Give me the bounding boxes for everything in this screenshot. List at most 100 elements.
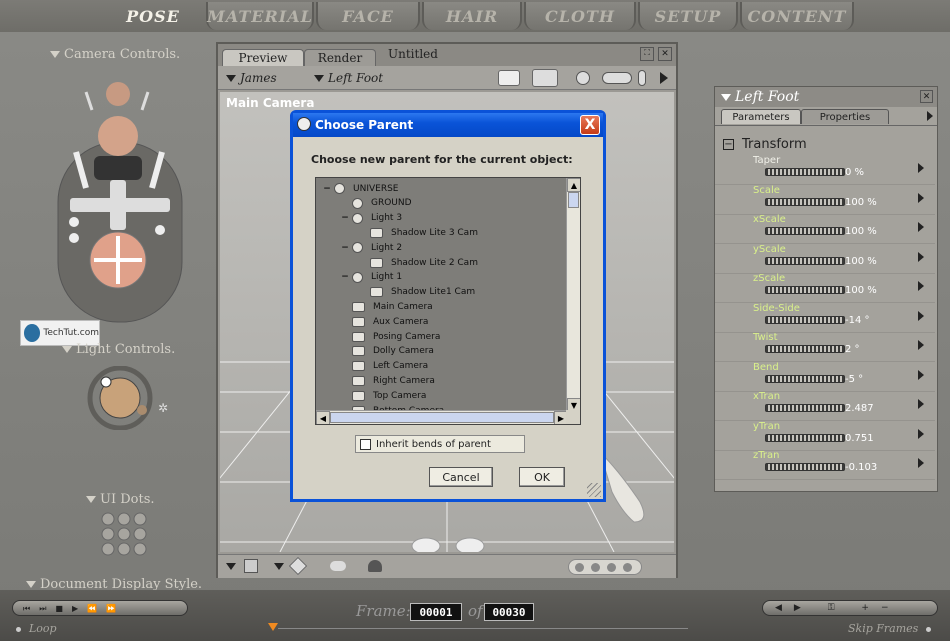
tab-face[interactable]: FACE [316, 2, 420, 30]
chevron-right-icon[interactable] [918, 310, 924, 321]
parameter-row[interactable]: Taper 0 % [715, 155, 935, 185]
camera-controls-widget[interactable] [50, 72, 190, 324]
timeline-track[interactable] [278, 628, 688, 629]
parameter-row[interactable]: yTran 0.751 [715, 421, 935, 451]
tree-item[interactable]: − Light 3 [338, 211, 402, 226]
chevron-right-icon[interactable] [918, 192, 924, 203]
parameter-dial[interactable] [765, 374, 845, 383]
parameter-dial[interactable] [765, 433, 845, 442]
parameter-dial[interactable] [765, 286, 845, 294]
hierarchy-tree[interactable]: − UNIVERSE GROUND − Light 3 Shadow Lite 3 Cam… [315, 177, 581, 425]
parameter-row[interactable]: Scale 100 % [715, 185, 935, 215]
parameter-row[interactable]: Bend -5 ° [715, 362, 935, 392]
parameter-value[interactable]: -5 ° [845, 374, 863, 385]
playback-buttons-icon[interactable]: ⏮⏭■▶⏪⏩ [23, 604, 125, 614]
skip-dot-icon[interactable] [926, 626, 932, 632]
parameter-dial[interactable] [765, 197, 845, 206]
parameter-row[interactable]: yScale 100 % [715, 244, 935, 274]
tree-expander-icon[interactable]: − [338, 272, 352, 282]
tab-cloth[interactable]: CLOTH [524, 2, 636, 30]
face-camera-icon[interactable] [98, 116, 138, 156]
figure-select[interactable]: James [226, 71, 277, 85]
parameter-value[interactable]: 2 ° [845, 344, 860, 355]
parameter-value[interactable]: 100 % [845, 256, 877, 267]
tab-preview[interactable]: Preview [222, 49, 304, 66]
tab-properties[interactable]: Properties [801, 109, 889, 124]
parameter-row[interactable]: Twist 2 ° [715, 332, 935, 362]
tree-item[interactable]: Shadow Lite1 Cam [356, 285, 475, 300]
triangle-down-icon[interactable] [274, 563, 284, 570]
ground-shadow-icon[interactable] [368, 560, 382, 572]
tree-item[interactable]: − Light 1 [338, 270, 402, 285]
parameter-value[interactable]: 100 % [845, 226, 877, 237]
chevron-right-icon[interactable] [927, 111, 933, 121]
camera-controls-header[interactable]: Camera Controls. [50, 47, 180, 62]
skip-frames-toggle[interactable]: Skip Frames [848, 622, 932, 635]
display-style-icon[interactable] [244, 559, 258, 573]
tree-expander-icon[interactable]: − [338, 213, 352, 223]
tab-setup[interactable]: SETUP [638, 2, 738, 30]
parameter-value[interactable]: 0 % [845, 167, 864, 178]
parameter-dial[interactable] [765, 168, 845, 176]
view-dots-control[interactable] [568, 559, 642, 575]
tab-render[interactable]: Render [304, 49, 376, 66]
tab-parameters[interactable]: Parameters [721, 109, 801, 124]
parameter-row[interactable]: zTran -0.103 [715, 450, 935, 480]
vertical-scrollbar[interactable]: ▲ ▼ [566, 178, 580, 412]
ui-dots-grid[interactable] [100, 512, 150, 556]
playback-controls[interactable]: ⏮⏭■▶⏪⏩ [12, 600, 188, 616]
parameter-row[interactable]: xScale 100 % [715, 214, 935, 244]
dialog-titlebar[interactable]: Choose Parent X [293, 113, 603, 137]
chevron-right-icon[interactable] [918, 340, 924, 350]
scale-icon[interactable] [638, 70, 646, 86]
inherit-bends-control[interactable]: Inherit bends of parent [355, 435, 525, 453]
maximize-icon[interactable]: ⛶ [640, 47, 654, 61]
close-icon[interactable]: ✕ [920, 90, 933, 103]
move-z-icon[interactable] [110, 180, 126, 230]
tab-content[interactable]: CONTENT [740, 2, 854, 30]
light-controls-widget[interactable]: ✲ [84, 366, 174, 430]
chevron-right-icon[interactable] [918, 163, 924, 173]
total-frames-counter[interactable]: 00030 [484, 603, 534, 621]
light-controls-header[interactable]: Light Controls. [62, 342, 175, 357]
tree-expander-icon[interactable]: − [320, 184, 334, 194]
close-icon[interactable]: ✕ [658, 47, 672, 61]
resize-grip-icon[interactable] [587, 483, 601, 497]
parameter-value[interactable]: 0.751 [845, 433, 874, 444]
shadow-icon[interactable] [330, 561, 346, 571]
tree-item[interactable]: Aux Camera [338, 314, 428, 329]
horizontal-scrollbar[interactable]: ◀ ▶ [316, 410, 568, 424]
loop-dot-icon[interactable] [16, 626, 21, 632]
parameter-value[interactable]: 2.487 [845, 403, 874, 414]
move-icon[interactable] [602, 72, 632, 84]
tree-item[interactable]: Posing Camera [338, 329, 440, 344]
inherit-bends-checkbox[interactable] [360, 438, 371, 450]
chevron-right-icon[interactable] [918, 369, 924, 380]
collapse-icon[interactable]: − [723, 139, 734, 150]
render-preview-icon[interactable] [532, 69, 558, 87]
ui-dots-header[interactable]: UI Dots. [86, 492, 155, 507]
tree-item[interactable]: GROUND [338, 196, 412, 211]
tree-item[interactable]: − UNIVERSE [320, 181, 398, 196]
chevron-right-icon[interactable] [918, 458, 924, 468]
chevron-right-icon[interactable] [918, 281, 924, 291]
scroll-left-icon[interactable]: ◀ [316, 411, 330, 424]
parameter-dial[interactable] [765, 463, 845, 471]
chevron-right-icon[interactable] [918, 399, 924, 409]
camera-preset-icon[interactable] [498, 70, 520, 86]
scroll-thumb[interactable] [568, 192, 579, 208]
rotate-icon[interactable] [576, 71, 590, 85]
dialog-close-button[interactable]: X [580, 115, 600, 135]
body-part-select[interactable]: Left Foot [314, 71, 383, 85]
tree-item[interactable]: Left Camera [338, 359, 428, 374]
tree-item[interactable]: Main Camera [338, 299, 433, 314]
triangle-down-icon[interactable] [226, 563, 236, 570]
tree-item[interactable]: Right Camera [338, 373, 435, 388]
current-frame-counter[interactable]: 00001 [410, 603, 462, 621]
loop-toggle[interactable]: Loop [16, 622, 57, 635]
parameter-row[interactable]: xTran 2.487 [715, 391, 935, 421]
timeline-scrubber-icon[interactable] [268, 623, 278, 631]
parameter-row[interactable]: Side-Side -14 ° [715, 303, 935, 333]
parameter-value[interactable]: -0.103 [845, 462, 877, 473]
tab-pose[interactable]: POSE [118, 2, 188, 30]
